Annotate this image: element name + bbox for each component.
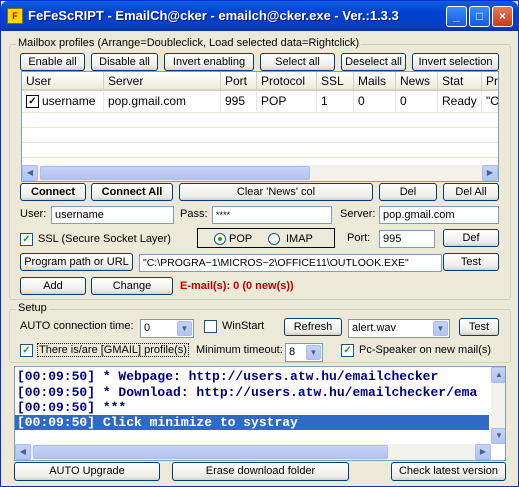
auto-connection-value: 0 <box>144 322 151 334</box>
cell-user: username <box>38 92 104 111</box>
pc-speaker-checkbox[interactable]: ✓ <box>341 344 354 357</box>
auto-connection-label: AUTO connection time: <box>20 320 134 332</box>
log-line: [00:09:50] *** <box>17 400 127 415</box>
def-button[interactable]: Def <box>443 229 499 247</box>
gmail-checkbox[interactable]: ✓ <box>20 344 33 357</box>
connect-button[interactable]: Connect <box>20 183 86 201</box>
change-button[interactable]: Change <box>91 277 173 295</box>
select-all-button[interactable]: Select all <box>260 53 335 71</box>
profiles-legend: Mailbox profiles (Arrange=Doubleclick, L… <box>16 37 362 49</box>
sound-select[interactable]: alert.wav ▼ <box>348 319 450 338</box>
scroll-down-icon[interactable]: ▼ <box>491 428 505 444</box>
column-header[interactable]: Prog <box>482 72 498 91</box>
minimize-icon[interactable]: _ <box>446 6 467 27</box>
column-header[interactable]: Port <box>221 72 257 91</box>
refresh-button[interactable]: Refresh <box>284 318 342 336</box>
cell-prog: "C:\P <box>482 92 498 111</box>
scroll-thumb[interactable] <box>40 166 310 180</box>
server-input[interactable]: pop.gmail.com <box>379 206 499 224</box>
log-line-selected: [00:09:50] Click minimize to systray <box>15 415 489 430</box>
disable-all-button[interactable]: Disable all <box>91 53 158 71</box>
test-sound-button[interactable]: Test <box>459 318 499 336</box>
list-horizontal-scrollbar[interactable]: ◀ ▶ <box>22 165 498 181</box>
winstart-checkbox[interactable] <box>204 320 217 333</box>
min-timeout-select[interactable]: 8 ▼ <box>285 343 323 362</box>
log-line: [00:09:50] * Download: http://users.atw.… <box>17 385 478 400</box>
title-bar[interactable]: F FeFeScRIPT - EmailCh@cker - emailch@ck… <box>1 1 518 31</box>
test-program-button[interactable]: Test <box>443 253 499 271</box>
chevron-down-icon[interactable]: ▼ <box>177 321 192 336</box>
server-label: Server: <box>340 208 376 220</box>
cell-server: pop.gmail.com <box>104 92 221 111</box>
cell-port: 995 <box>221 92 257 111</box>
invert-enabling-button[interactable]: Invert enabling <box>164 53 254 71</box>
scroll-up-icon[interactable]: ▲ <box>491 367 505 383</box>
log-line: [00:09:50] * Webpage: http://users.atw.h… <box>17 369 439 384</box>
ssl-checkbox[interactable]: ✓ <box>20 233 33 246</box>
program-path-input[interactable]: "C:\PROGRA~1\MICROS~2\OFFICE11\OUTLOOK.E… <box>139 254 442 272</box>
pop-label: POP <box>229 233 253 245</box>
erase-download-folder-button[interactable]: Erase download folder <box>172 462 349 481</box>
scroll-right-icon[interactable]: ▶ <box>475 444 491 460</box>
pop-radio[interactable] <box>214 233 226 245</box>
invert-selection-button[interactable]: Invert selection <box>412 53 499 71</box>
profiles-list[interactable]: User Server Port Protocol SSL Mails News… <box>21 71 499 182</box>
deselect-all-button[interactable]: Deselect all <box>341 53 406 71</box>
window-title: FeFeScRIPT - EmailCh@cker - emailch@cker… <box>28 8 399 23</box>
log-vertical-scrollbar[interactable]: ▲ ▼ <box>491 367 505 444</box>
auto-upgrade-button[interactable]: AUTO Upgrade <box>14 462 160 481</box>
column-header[interactable]: News <box>396 72 438 91</box>
ssl-label: SSL (Secure Socket Layer) <box>38 233 171 245</box>
del-all-button[interactable]: Del All <box>443 183 499 201</box>
chevron-down-icon[interactable]: ▼ <box>306 345 321 360</box>
column-header[interactable]: User <box>22 72 104 91</box>
column-header[interactable]: Protocol <box>257 72 317 91</box>
app-icon[interactable]: F <box>7 8 23 24</box>
scroll-thumb[interactable] <box>33 445 388 459</box>
user-input[interactable]: username <box>51 206 174 224</box>
auto-connection-select[interactable]: 0 ▼ <box>140 319 194 338</box>
scroll-right-icon[interactable]: ▶ <box>482 165 498 181</box>
pass-input[interactable]: **** <box>212 206 332 224</box>
pass-label: Pass: <box>180 208 208 220</box>
log-panel[interactable]: [00:09:50] * Webpage: http://users.atw.h… <box>14 366 506 461</box>
check-latest-version-button[interactable]: Check latest version <box>391 462 506 481</box>
connect-all-button[interactable]: Connect All <box>91 183 173 201</box>
del-button[interactable]: Del <box>379 183 437 201</box>
cell-news: 0 <box>396 92 438 111</box>
add-button[interactable]: Add <box>20 277 86 295</box>
close-icon[interactable]: × <box>492 6 513 27</box>
min-timeout-label: Minimum timeout: <box>196 344 283 356</box>
pc-speaker-label: Pc-Speaker on new mail(s) <box>359 344 492 356</box>
user-label: User: <box>20 208 47 220</box>
port-input[interactable]: 995 <box>379 230 435 248</box>
port-label: Port: <box>347 232 371 244</box>
column-header[interactable]: Stat <box>438 72 482 91</box>
sound-value: alert.wav <box>352 322 397 334</box>
column-header[interactable]: SSL <box>317 72 354 91</box>
main-window: F FeFeScRIPT - EmailCh@cker - emailch@ck… <box>0 0 519 487</box>
cell-stat: Ready <box>438 92 482 111</box>
cell-mails: 0 <box>354 92 396 111</box>
column-header[interactable]: Mails <box>354 72 396 91</box>
column-header[interactable]: Server <box>104 72 221 91</box>
gmail-label: There is/are [GMAIL] profile(s) <box>37 343 189 357</box>
chevron-down-icon[interactable]: ▼ <box>433 321 448 336</box>
maximize-icon[interactable]: □ <box>469 6 490 27</box>
log-horizontal-scrollbar[interactable]: ◀ ▶ <box>15 444 491 460</box>
cell-ssl: 1 <box>317 92 354 111</box>
imap-label: IMAP <box>286 233 313 245</box>
clear-news-button[interactable]: Clear 'News' col <box>179 183 373 201</box>
scroll-left-icon[interactable]: ◀ <box>22 165 38 181</box>
email-status: E-mail(s): 0 (0 new(s)) <box>180 280 294 292</box>
winstart-label: WinStart <box>222 320 265 332</box>
program-path-button[interactable]: Program path or URL <box>20 253 133 271</box>
imap-radio[interactable] <box>268 233 280 245</box>
cell-protocol: POP <box>257 92 317 111</box>
min-timeout-value: 8 <box>289 346 296 358</box>
scroll-left-icon[interactable]: ◀ <box>15 444 31 460</box>
enable-all-button[interactable]: Enable all <box>20 53 85 71</box>
setup-legend: Setup <box>16 302 49 314</box>
